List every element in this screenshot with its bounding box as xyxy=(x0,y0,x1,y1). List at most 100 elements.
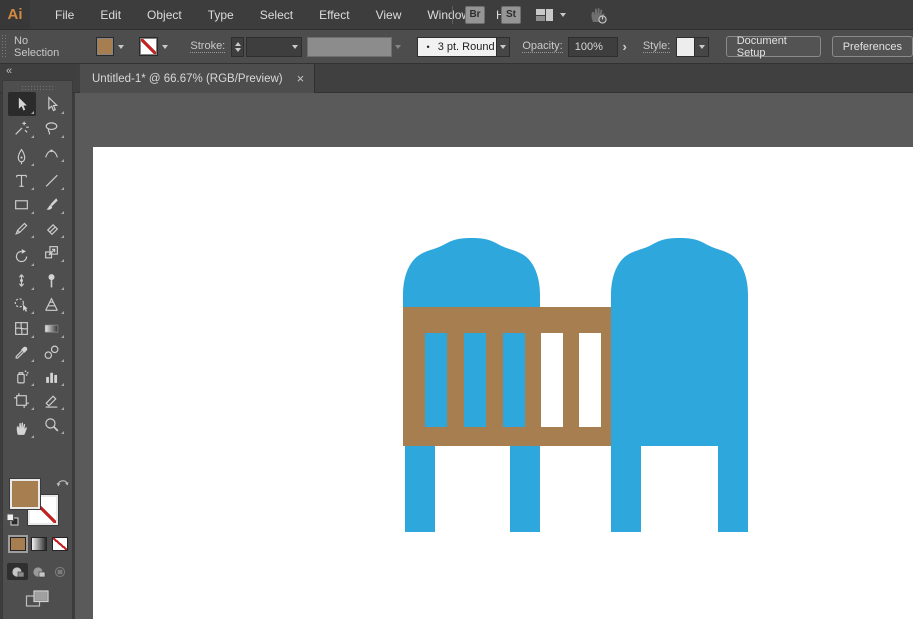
illustrator-logo: Ai xyxy=(0,0,30,29)
tool-eraser[interactable] xyxy=(38,216,66,240)
style-label[interactable]: Style: xyxy=(642,40,671,53)
style-chevron-button[interactable] xyxy=(695,36,709,57)
tool-magic-wand[interactable] xyxy=(8,116,36,140)
tool-gradient[interactable] xyxy=(38,316,66,340)
tool-shape-builder[interactable] xyxy=(8,292,36,316)
workspace-chevron-icon[interactable] xyxy=(560,13,566,20)
tool-slice[interactable] xyxy=(38,388,66,412)
scale-icon xyxy=(45,245,58,258)
tool-perspective-grid[interactable] xyxy=(38,292,66,316)
opacity-field[interactable]: 100% xyxy=(567,36,619,57)
workspace-switcher-icon[interactable] xyxy=(535,8,554,22)
menubar: Ai File Edit Object Type Select Effect View Win… xyxy=(0,0,913,29)
canvas[interactable] xyxy=(75,93,913,619)
eraser-icon xyxy=(46,223,59,235)
line-segment-icon xyxy=(45,174,58,187)
tool-selection[interactable] xyxy=(7,92,36,116)
menu-item-object[interactable]: Object xyxy=(134,2,195,28)
curvature-icon xyxy=(45,149,58,157)
draw-behind-button[interactable] xyxy=(28,563,49,580)
tool-eyedropper[interactable] xyxy=(8,340,36,364)
default-fill-stroke-icon[interactable] xyxy=(6,513,19,531)
menu-item-view[interactable]: View xyxy=(363,2,415,28)
fill-color-swatch[interactable] xyxy=(95,37,115,56)
pen-icon xyxy=(17,148,26,164)
puppet-warp-icon xyxy=(48,273,55,287)
tool-paintbrush[interactable] xyxy=(38,192,66,216)
stroke-label[interactable]: Stroke: xyxy=(190,40,226,53)
tool-rectangle[interactable] xyxy=(8,192,36,216)
bridge-button[interactable]: Br xyxy=(465,5,485,24)
pencil-icon xyxy=(15,222,28,235)
brush-chevron-button[interactable] xyxy=(496,36,511,57)
crib-headboard-right[interactable] xyxy=(611,238,748,446)
tool-lasso[interactable] xyxy=(38,116,66,140)
tool-rotate[interactable] xyxy=(8,244,36,268)
stock-button[interactable]: St xyxy=(501,5,521,24)
hand-icon xyxy=(16,422,27,435)
tool-direct-selection[interactable] xyxy=(38,92,66,116)
crib-leg-right-2[interactable] xyxy=(718,446,748,532)
stepper-down-icon[interactable] xyxy=(234,47,241,55)
fill-swatch-indicator[interactable] xyxy=(10,479,40,509)
shape-builder-icon xyxy=(14,297,28,312)
tool-puppet-warp[interactable] xyxy=(38,268,66,292)
stroke-weight-dropdown[interactable] xyxy=(245,36,302,57)
panel-collapse-button[interactable]: « xyxy=(0,64,75,80)
width-profile-dropdown xyxy=(306,36,392,57)
stroke-color-swatch[interactable] xyxy=(139,37,159,56)
stepper-up-icon[interactable] xyxy=(234,39,241,46)
menu-item-select[interactable]: Select xyxy=(247,2,306,28)
document-tab[interactable]: Untitled-1* @ 66.67% (RGB/Preview) × xyxy=(80,64,316,93)
symbol-sprayer-icon xyxy=(17,369,29,383)
tab-close-icon[interactable]: × xyxy=(297,72,305,85)
tool-mesh[interactable] xyxy=(8,316,36,340)
stroke-weight-chevron-icon[interactable] xyxy=(291,45,298,52)
crib-leg-left-1[interactable] xyxy=(405,446,435,532)
preferences-button[interactable]: Preferences xyxy=(831,36,913,57)
crib-leg-right-1[interactable] xyxy=(611,446,641,532)
tool-symbol-sprayer[interactable] xyxy=(8,364,36,388)
panel-grip[interactable] xyxy=(20,85,55,90)
tool-scale[interactable] xyxy=(38,240,66,264)
swap-fill-stroke-icon[interactable] xyxy=(55,476,70,494)
tool-line-segment[interactable] xyxy=(38,168,66,192)
hand-power-icon[interactable] xyxy=(586,5,610,25)
document-setup-button[interactable]: Document Setup xyxy=(725,35,821,59)
menu-item-type[interactable]: Type xyxy=(195,2,247,28)
screen-mode-icon[interactable] xyxy=(25,589,51,614)
gradient-icon xyxy=(44,324,59,332)
gradient-button[interactable] xyxy=(31,537,47,551)
fill-chevron-icon[interactable] xyxy=(118,45,125,52)
tools-grid xyxy=(3,92,72,440)
stroke-chevron-icon[interactable] xyxy=(162,45,169,52)
color-button[interactable] xyxy=(8,535,28,553)
control-bar-grip[interactable] xyxy=(1,34,7,59)
tool-pen[interactable] xyxy=(8,144,36,168)
drawing-modes-row xyxy=(3,563,74,580)
tool-artboard[interactable] xyxy=(8,388,36,412)
menu-item-file[interactable]: File xyxy=(42,2,87,28)
crib-leg-left-2[interactable] xyxy=(510,446,540,532)
tool-type[interactable] xyxy=(8,168,36,192)
style-swatch[interactable] xyxy=(676,36,696,57)
draw-normal-button[interactable] xyxy=(7,563,28,580)
stroke-weight-stepper[interactable] xyxy=(231,36,244,57)
tool-hand[interactable] xyxy=(8,416,36,440)
opacity-label[interactable]: Opacity: xyxy=(522,40,563,53)
tool-blend[interactable] xyxy=(38,340,66,364)
brush-definition-field[interactable]: • 3 pt. Round xyxy=(416,36,497,57)
tool-zoom[interactable] xyxy=(38,412,66,436)
none-button[interactable] xyxy=(52,537,68,551)
menu-item-edit[interactable]: Edit xyxy=(87,2,134,28)
tool-column-graph[interactable] xyxy=(38,364,66,388)
tool-width[interactable] xyxy=(8,268,36,292)
tool-pencil[interactable] xyxy=(8,216,36,240)
menu-item-effect[interactable]: Effect xyxy=(306,2,362,28)
type-icon xyxy=(16,174,27,187)
tool-curvature[interactable] xyxy=(38,140,66,164)
menubar-divider xyxy=(452,5,453,24)
opacity-slider-arrow[interactable]: › xyxy=(622,39,626,54)
draw-inside-button[interactable] xyxy=(49,563,70,580)
style-chevron-icon xyxy=(698,45,705,52)
